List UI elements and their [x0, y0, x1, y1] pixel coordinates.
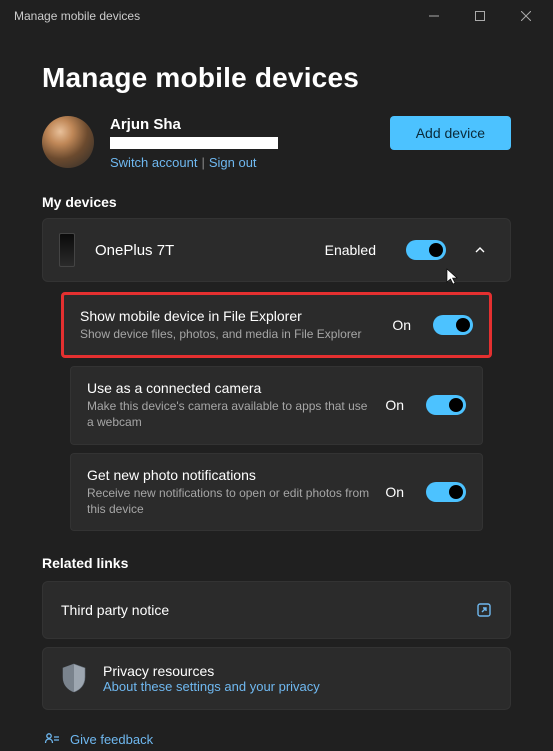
device-thumbnail	[59, 233, 75, 267]
add-device-button[interactable]: Add device	[390, 116, 511, 150]
option-text: Show mobile device in File Explorer Show…	[80, 308, 378, 342]
third-party-notice-label: Third party notice	[61, 602, 476, 618]
feedback-icon	[44, 732, 60, 748]
my-devices-heading: My devices	[42, 194, 511, 210]
link-separator: |	[201, 155, 204, 170]
option-file-explorer: Show mobile device in File Explorer Show…	[61, 292, 492, 358]
content-area: Manage mobile devices Arjun Sha Switch a…	[0, 32, 553, 748]
user-avatar[interactable]	[42, 116, 94, 168]
minimize-button[interactable]	[411, 0, 457, 32]
option-title: Use as a connected camera	[87, 380, 371, 396]
shield-icon	[61, 663, 87, 693]
option-title: Get new photo notifications	[87, 467, 371, 483]
user-info: Arjun Sha Switch account | Sign out	[110, 116, 374, 170]
option-state-label: On	[385, 484, 404, 500]
device-options-list: Show mobile device in File Explorer Show…	[42, 290, 511, 531]
option-connected-camera-toggle[interactable]	[426, 395, 466, 415]
titlebar: Manage mobile devices	[0, 0, 553, 32]
option-state-label: On	[392, 317, 411, 333]
privacy-link[interactable]: About these settings and your privacy	[103, 679, 492, 694]
option-desc: Make this device's camera available to a…	[87, 398, 371, 430]
close-button[interactable]	[503, 0, 549, 32]
cursor-icon	[446, 268, 460, 289]
chevron-up-icon[interactable]	[466, 244, 494, 256]
give-feedback-link[interactable]: Give feedback	[42, 732, 511, 748]
sign-out-link[interactable]: Sign out	[209, 155, 257, 170]
privacy-title: Privacy resources	[103, 663, 492, 679]
option-file-explorer-toggle[interactable]	[433, 315, 473, 335]
user-links: Switch account | Sign out	[110, 155, 374, 170]
related-links-heading: Related links	[42, 555, 511, 571]
privacy-resources-row: Privacy resources About these settings a…	[42, 647, 511, 710]
device-status-label: Enabled	[325, 242, 376, 258]
window-title: Manage mobile devices	[14, 9, 411, 23]
user-email-redacted	[110, 137, 278, 149]
device-name-label: OnePlus 7T	[95, 242, 305, 259]
option-connected-camera: Use as a connected camera Make this devi…	[70, 366, 483, 444]
external-link-icon	[476, 602, 492, 618]
account-header: Arjun Sha Switch account | Sign out Add …	[42, 116, 511, 170]
option-text: Get new photo notifications Receive new …	[87, 467, 371, 517]
switch-account-link[interactable]: Switch account	[110, 155, 197, 170]
option-title: Show mobile device in File Explorer	[80, 308, 378, 324]
option-photo-notifications: Get new photo notifications Receive new …	[70, 453, 483, 531]
option-state-label: On	[385, 397, 404, 413]
feedback-label: Give feedback	[70, 732, 153, 747]
option-desc: Receive new notifications to open or edi…	[87, 485, 371, 517]
option-text: Use as a connected camera Make this devi…	[87, 380, 371, 430]
option-photo-notifications-toggle[interactable]	[426, 482, 466, 502]
maximize-button[interactable]	[457, 0, 503, 32]
privacy-text: Privacy resources About these settings a…	[103, 663, 492, 694]
user-name: Arjun Sha	[110, 116, 374, 133]
device-row[interactable]: OnePlus 7T Enabled	[42, 218, 511, 282]
device-enabled-toggle[interactable]	[406, 240, 446, 260]
page-title: Manage mobile devices	[42, 62, 511, 94]
option-desc: Show device files, photos, and media in …	[80, 326, 378, 342]
third-party-notice-row[interactable]: Third party notice	[42, 581, 511, 639]
